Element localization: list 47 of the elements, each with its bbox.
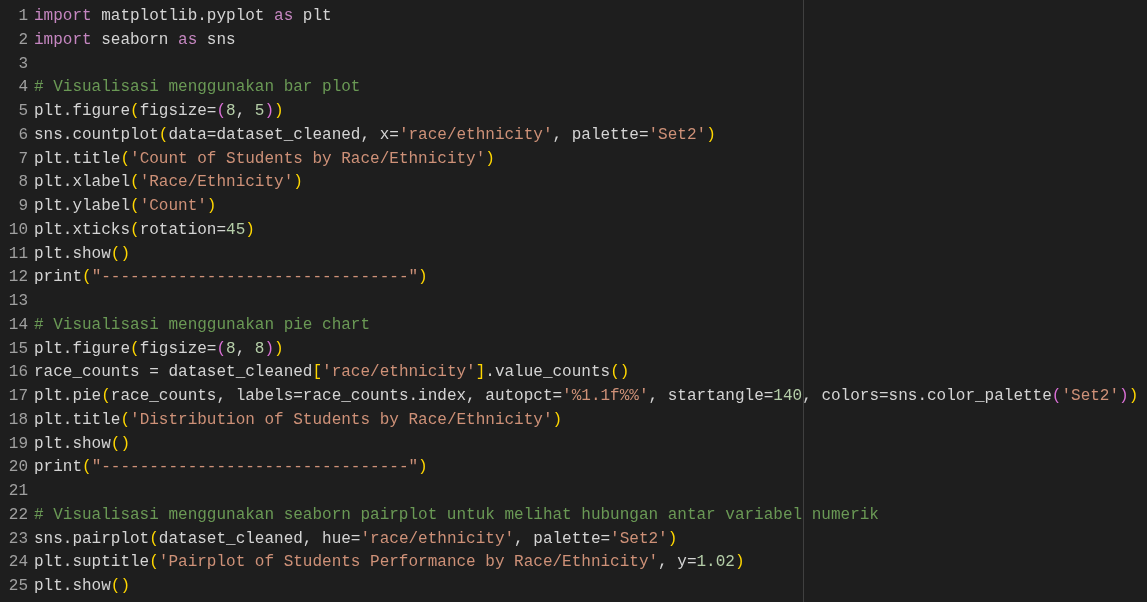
code-line: print("--------------------------------") [34, 267, 428, 289]
code-line: plt.xlabel('Race/Ethnicity') [34, 172, 303, 194]
line-number: 9 [17, 196, 28, 217]
code-line: race_counts = dataset_cleaned['race/ethnicity'].value_counts() [34, 362, 630, 384]
code-line: # Visualisasi menggunakan pie chart [34, 314, 371, 336]
line-number: 3 [17, 53, 28, 75]
line-number: 10 [7, 219, 28, 241]
code-line: plt.show() [34, 576, 130, 597]
code-line: plt.figure(figsize=(8, 5)) [34, 101, 284, 122]
line-number: 2 [17, 29, 28, 51]
line-number: 25 [7, 576, 28, 597]
line-number: 23 [7, 528, 28, 550]
line-number: 22 [7, 504, 28, 526]
line-number: 8 [17, 172, 28, 194]
line-number: 15 [7, 338, 28, 360]
code-line: plt.show() [34, 433, 130, 455]
line-number: 6 [17, 124, 28, 146]
line-number: 7 [17, 148, 28, 170]
line-number: 24 [7, 552, 28, 574]
code-line: plt.suptitle('Pairplot of Students Performance by Race/Ethnicity', y=1.02) [34, 552, 745, 574]
code-line: plt.show() [34, 243, 130, 265]
code-line: plt.xticks(rotation=45) [34, 219, 255, 241]
code-line: plt.pie(race_counts, labels=race_counts.index, autopct='%1.1f%%', startangle=140, colors=sns.color_palette('Set2')) [34, 386, 1139, 407]
code-line: plt.title('Count of Students by Race/Ethnicity') [34, 148, 495, 170]
code-line: import seaborn as sns [34, 29, 236, 51]
line-number: 5 [17, 101, 28, 122]
code-line: # Visualisasi menggunakan bar plot [34, 77, 361, 99]
line-number: 13 [7, 291, 28, 312]
line-number: 12 [7, 267, 28, 289]
code-line: plt.ylabel('Count') [34, 196, 217, 217]
line-number: 14 [7, 314, 28, 336]
code-line: # Visualisasi menggunakan seaborn pairplot untuk melihat hubungan antar variabel numerik [34, 504, 879, 526]
line-number: 16 [7, 362, 28, 384]
line-number: 17 [7, 386, 28, 407]
code-line: sns.pairplot(dataset_cleaned, hue='race/ethnicity', palette='Set2') [34, 528, 678, 550]
line-number: 4 [17, 77, 28, 99]
code-line: sns.countplot(data=dataset_cleaned, x='race/ethnicity', palette='Set2') [34, 124, 716, 146]
line-number: 11 [7, 243, 28, 265]
line-number: 1 [17, 6, 28, 27]
line-number: 21 [7, 481, 28, 502]
code-line: print("--------------------------------") [34, 457, 428, 479]
code-line: import matplotlib.pyplot as plt [34, 6, 332, 27]
line-number: 20 [7, 457, 28, 479]
code-line: plt.title('Distribution of Students by Race/Ethnicity') [34, 409, 563, 431]
code-line: plt.figure(figsize=(8, 8)) [34, 338, 284, 360]
line-number: 18 [7, 409, 28, 431]
line-number: 19 [7, 433, 28, 455]
